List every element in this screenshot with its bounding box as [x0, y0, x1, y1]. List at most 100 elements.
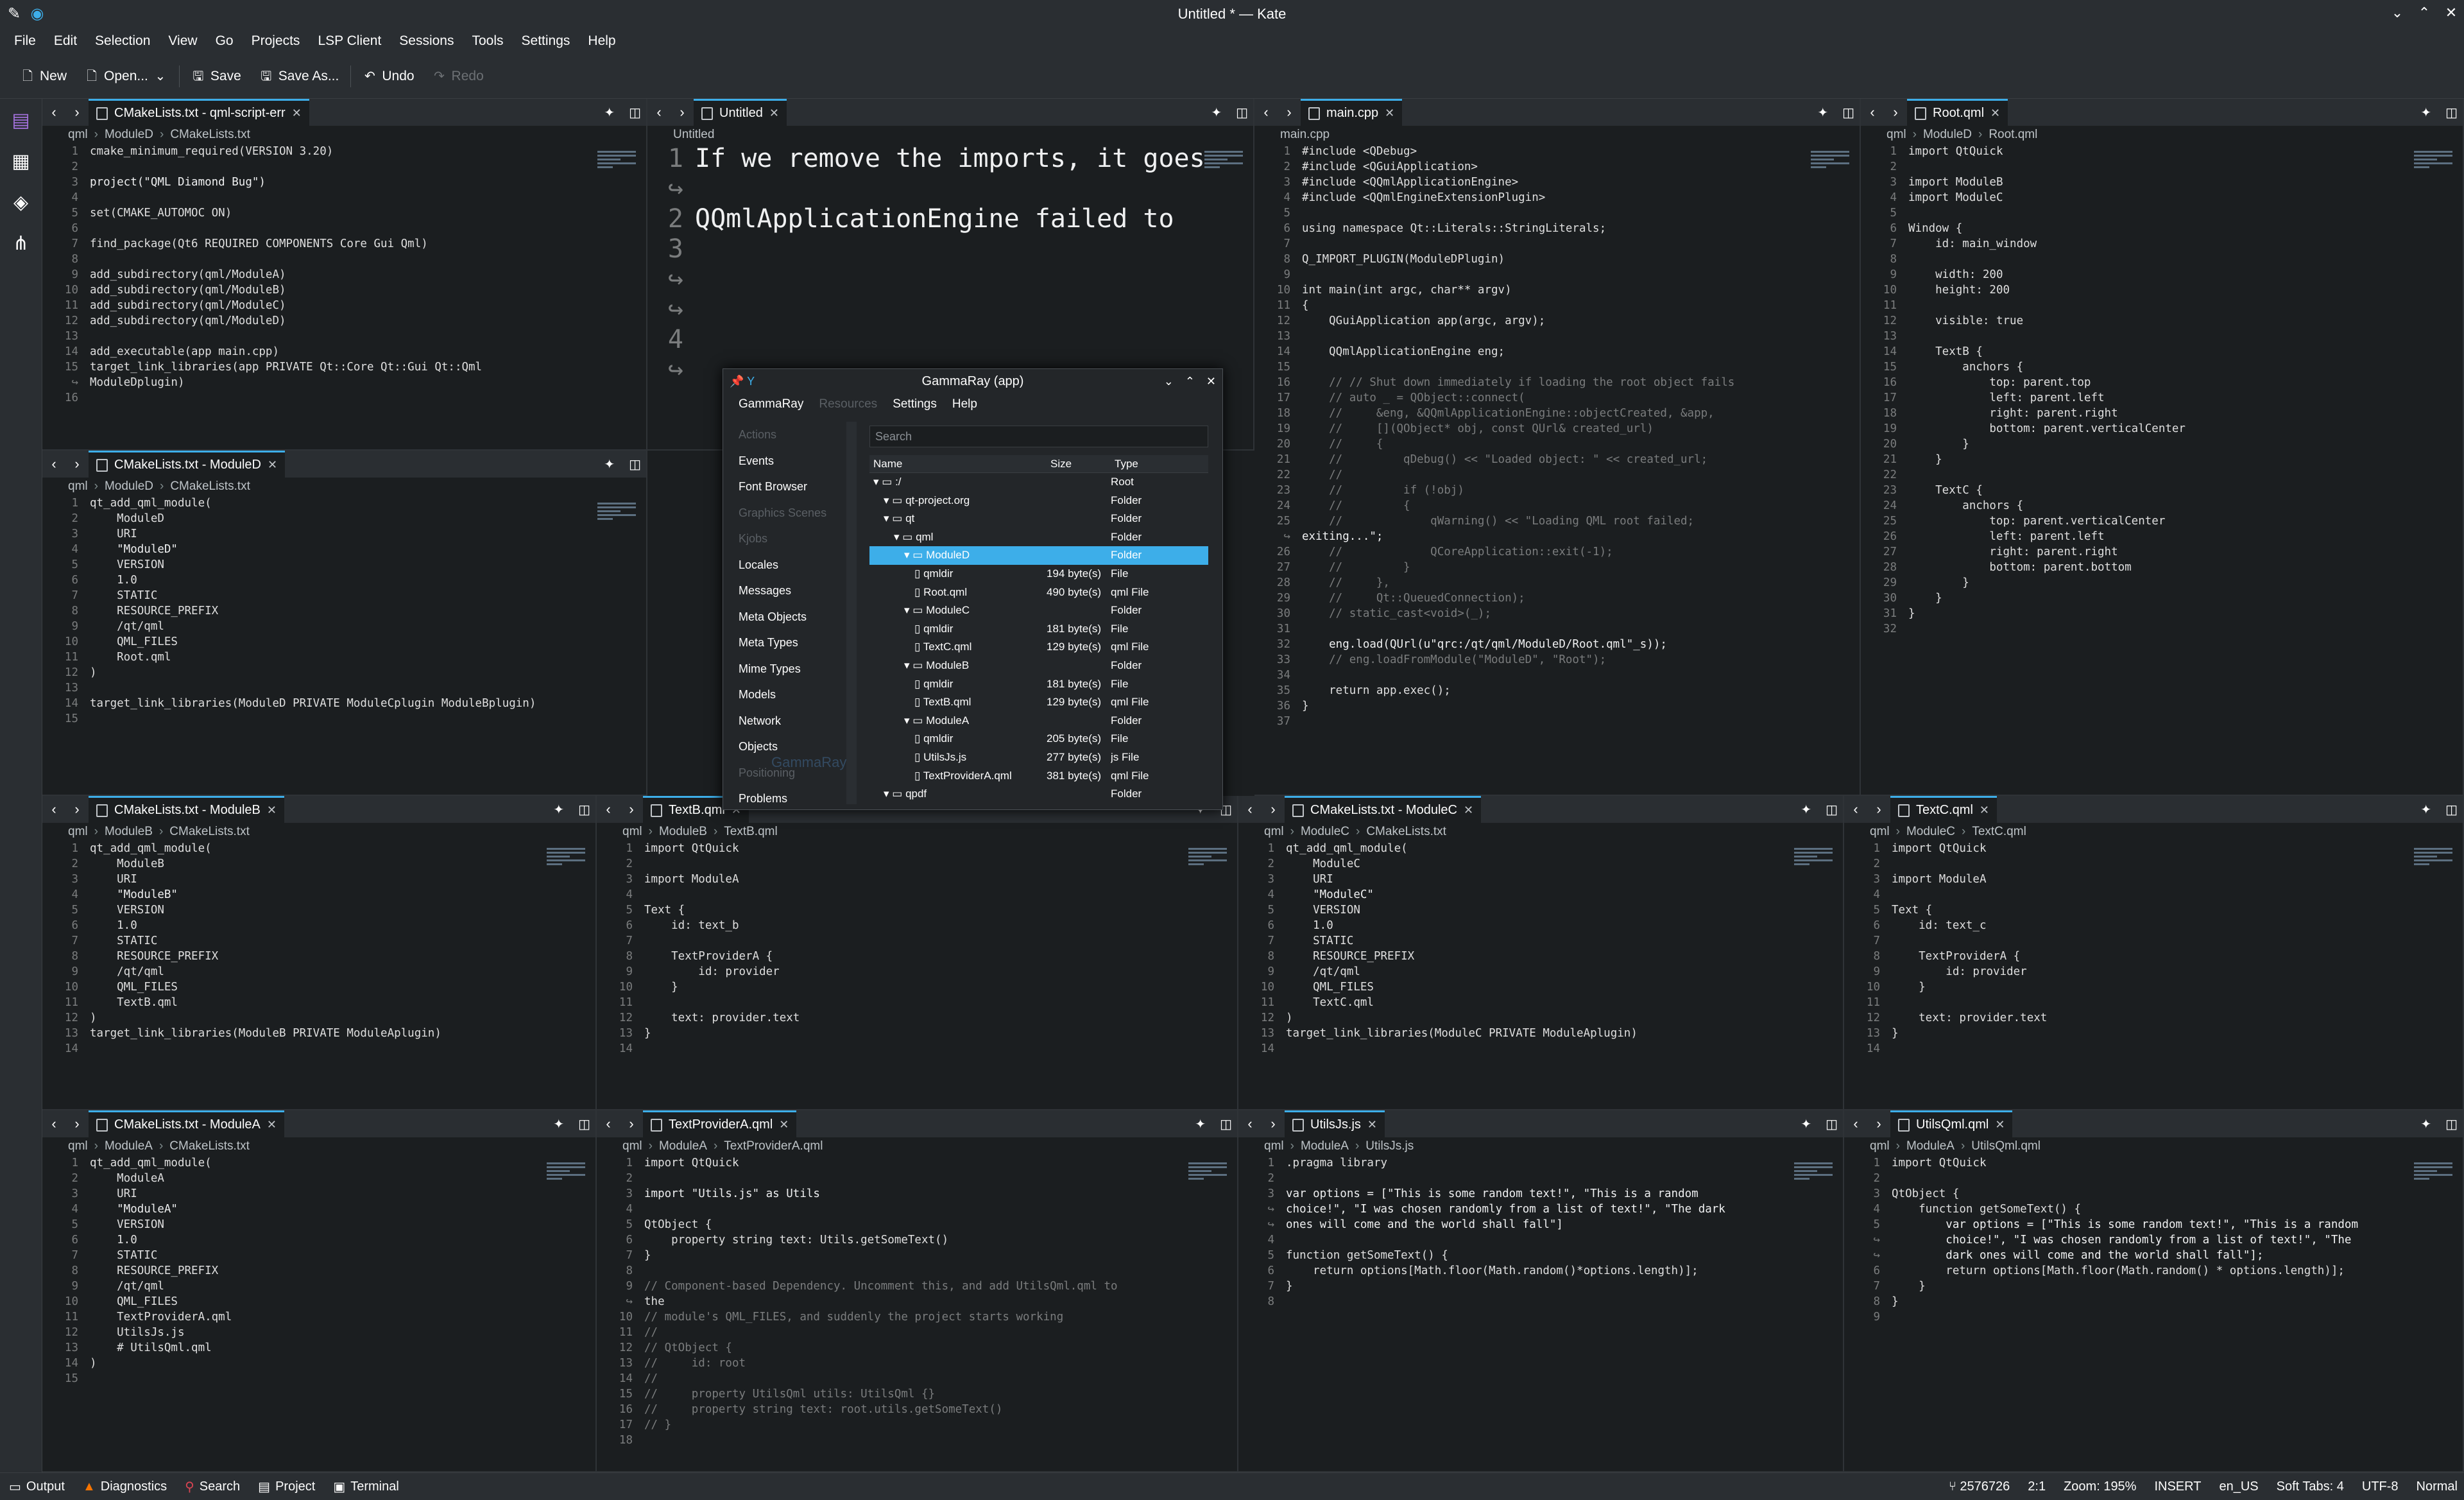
- breadcrumb-item[interactable]: TextC.qml: [1972, 825, 2026, 839]
- menu-selection[interactable]: Selection: [86, 33, 159, 49]
- tool-item[interactable]: Models: [731, 682, 857, 708]
- editor-tab[interactable]: Root.qml ✕: [1907, 99, 2008, 126]
- forward-icon[interactable]: ›: [1278, 104, 1301, 121]
- breadcrumb-item[interactable]: qml: [68, 479, 88, 494]
- input-mode[interactable]: INSERT: [2154, 1479, 2201, 1494]
- forward-icon[interactable]: ›: [1262, 801, 1285, 818]
- search-tab[interactable]: ⚲ Search: [176, 1479, 249, 1495]
- breadcrumb-item[interactable]: Root.qml: [1989, 128, 2037, 142]
- back-icon[interactable]: ‹: [1238, 1116, 1262, 1132]
- forward-icon[interactable]: ›: [1884, 104, 1907, 121]
- tree-row[interactable]: ▯ TextC.qml 129 byte(s) qml File: [869, 638, 1208, 657]
- breadcrumb-item[interactable]: ModuleC: [1301, 825, 1349, 839]
- tree-row[interactable]: ▯ qmldir 194 byte(s) File: [869, 565, 1208, 583]
- back-icon[interactable]: ‹: [1844, 1116, 1867, 1132]
- tool-item[interactable]: Locales: [731, 552, 857, 578]
- breadcrumb-item[interactable]: ModuleA: [105, 1139, 153, 1153]
- back-icon[interactable]: ‹: [647, 104, 671, 121]
- split-view-icon[interactable]: ◫: [1826, 802, 1838, 818]
- menu-view[interactable]: View: [159, 33, 206, 49]
- gammaray-menu-help[interactable]: Help: [945, 397, 985, 411]
- breadcrumb-item[interactable]: CMakeLists.txt: [170, 128, 250, 142]
- back-icon[interactable]: ‹: [597, 801, 620, 818]
- back-icon[interactable]: ‹: [1254, 104, 1278, 121]
- close-tab-icon[interactable]: ✕: [1995, 1118, 2005, 1132]
- column-size[interactable]: Size: [1047, 455, 1111, 472]
- minimap[interactable]: [2414, 149, 2452, 175]
- close-tab-icon[interactable]: ✕: [268, 458, 277, 472]
- pin-icon[interactable]: ✦: [1211, 105, 1222, 121]
- split-view-icon[interactable]: ◫: [2445, 802, 2458, 818]
- pin-icon[interactable]: ✦: [604, 105, 615, 121]
- menu-settings[interactable]: Settings: [513, 33, 579, 49]
- close-tab-icon[interactable]: ✕: [769, 107, 779, 120]
- forward-icon[interactable]: ›: [65, 1116, 89, 1132]
- editor-tab[interactable]: CMakeLists.txt - ModuleD ✕: [89, 451, 286, 478]
- project-tab[interactable]: ▤ Project: [249, 1479, 324, 1495]
- split-view-icon[interactable]: ◫: [1220, 1116, 1232, 1132]
- code-lines[interactable]: #include <QDebug> #include <QGuiApplicati…: [1302, 144, 1783, 729]
- tree-row[interactable]: ▾ ▭ qpdf Folder: [869, 785, 1208, 804]
- menu-go[interactable]: Go: [207, 33, 243, 49]
- breadcrumb-item[interactable]: main.cpp: [1280, 128, 1330, 142]
- menu-edit[interactable]: Edit: [45, 33, 86, 49]
- save-as-button[interactable]: 🖫 Save As...: [250, 69, 348, 84]
- menu-help[interactable]: Help: [579, 33, 624, 49]
- tool-item[interactable]: Problems: [731, 786, 857, 812]
- editor-tab[interactable]: TextC.qml ✕: [1890, 796, 1997, 823]
- tree-row[interactable]: ▯ qmldir 181 byte(s) File: [869, 620, 1208, 639]
- tree-row[interactable]: ▯ UtilsJs.js 277 byte(s) js File: [869, 748, 1208, 767]
- breadcrumb-item[interactable]: qml: [68, 1139, 88, 1153]
- editor-tab[interactable]: UtilsQml.qml ✕: [1890, 1110, 2013, 1137]
- editor-tab[interactable]: CMakeLists.txt - ModuleC ✕: [1285, 796, 1482, 823]
- close-icon[interactable]: ✕: [2442, 4, 2460, 22]
- breadcrumb-item[interactable]: Untitled: [673, 128, 714, 142]
- tool-item[interactable]: Network: [731, 708, 857, 734]
- minimap[interactable]: [1794, 846, 1833, 872]
- breadcrumb-item[interactable]: qml: [622, 825, 642, 839]
- breadcrumb-item[interactable]: qml: [1870, 1139, 1890, 1153]
- tree-row[interactable]: ▾ ▭ ModuleA Folder: [869, 712, 1208, 730]
- breadcrumb-item[interactable]: ModuleA: [1906, 1139, 1955, 1153]
- close-tab-icon[interactable]: ✕: [267, 1118, 277, 1132]
- minimap[interactable]: [547, 1160, 585, 1186]
- breadcrumb-item[interactable]: CMakeLists.txt: [1366, 825, 1446, 839]
- tool-item[interactable]: Kjobs: [731, 526, 857, 552]
- back-icon[interactable]: ‹: [42, 1116, 65, 1132]
- forward-icon[interactable]: ›: [620, 1116, 643, 1132]
- back-icon[interactable]: ‹: [597, 1116, 620, 1132]
- pin-icon[interactable]: ✦: [1801, 1116, 1811, 1132]
- breadcrumb-item[interactable]: qml: [68, 128, 88, 142]
- gammaray-menu-settings[interactable]: Settings: [885, 397, 945, 411]
- git-icon[interactable]: ◈: [6, 187, 36, 217]
- redo-button[interactable]: ↷ Redo: [424, 69, 493, 84]
- filesystem-browser-icon[interactable]: ▦: [6, 146, 36, 176]
- minimap[interactable]: [547, 846, 585, 872]
- split-view-icon[interactable]: ◫: [578, 802, 590, 818]
- pin-icon[interactable]: 📌: [730, 375, 744, 388]
- forward-icon[interactable]: ›: [1262, 1116, 1285, 1132]
- column-type[interactable]: Type: [1111, 455, 1207, 472]
- minimap[interactable]: [1204, 149, 1243, 175]
- terminal-tab[interactable]: ▣ Terminal: [324, 1479, 407, 1495]
- editor-tab[interactable]: CMakeLists.txt - ModuleB ✕: [89, 796, 284, 823]
- zoom-level[interactable]: Zoom: 195%: [2064, 1479, 2136, 1494]
- menu-sessions[interactable]: Sessions: [390, 33, 463, 49]
- output-tab[interactable]: ▭ Output: [0, 1479, 74, 1495]
- code-lines[interactable]: import QtQuick QtObject { function getSom…: [1892, 1155, 2386, 1325]
- menu-file[interactable]: File: [5, 33, 45, 49]
- tool-item[interactable]: Graphics Scenes: [731, 500, 857, 526]
- pin-icon[interactable]: ✦: [553, 1116, 564, 1132]
- breadcrumb-item[interactable]: ModuleC: [1906, 825, 1955, 839]
- breadcrumb-item[interactable]: TextProviderA.qml: [724, 1139, 823, 1153]
- breadcrumb-item[interactable]: CMakeLists.txt: [169, 825, 250, 839]
- code-lines[interactable]: cmake_minimum_required(VERSION 3.20) proj…: [90, 144, 569, 406]
- breadcrumb-item[interactable]: ModuleB: [105, 825, 153, 839]
- forward-icon[interactable]: ›: [65, 456, 89, 472]
- minimap[interactable]: [1188, 1160, 1227, 1186]
- minimap[interactable]: [1794, 1160, 1833, 1186]
- split-view-icon[interactable]: ◫: [1842, 105, 1854, 121]
- tree-row[interactable]: ▯ Root.qml 490 byte(s) qml File: [869, 583, 1208, 602]
- forward-icon[interactable]: ›: [671, 104, 694, 121]
- column-name[interactable]: Name: [869, 455, 1047, 472]
